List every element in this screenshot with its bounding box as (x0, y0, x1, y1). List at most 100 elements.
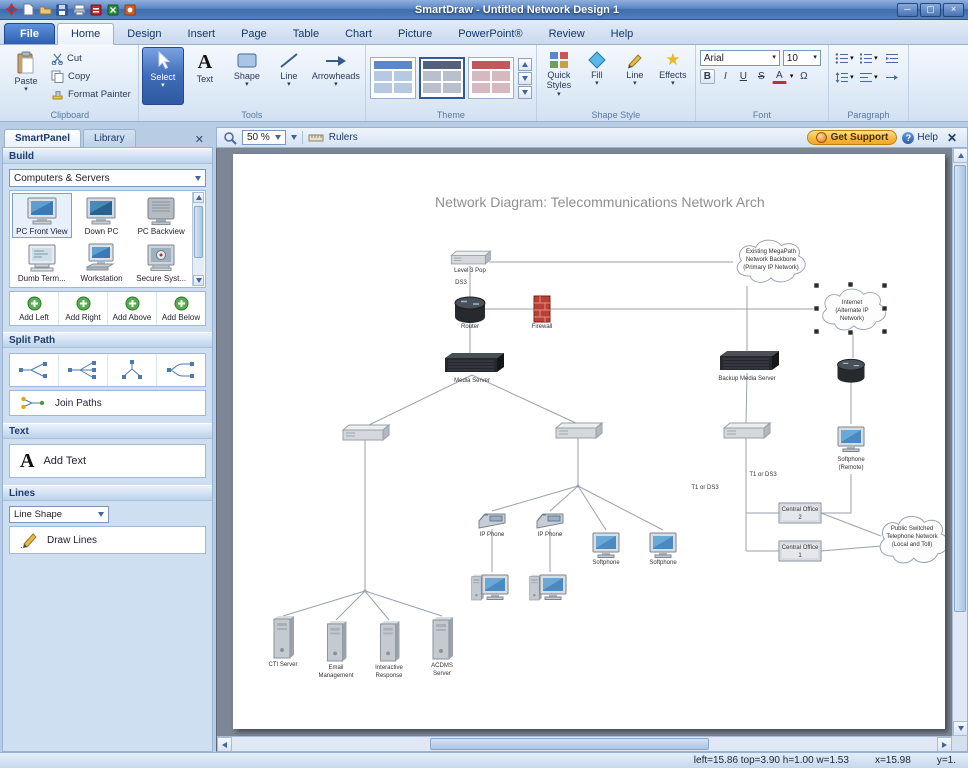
tab-review[interactable]: Review (536, 24, 598, 44)
tab-library[interactable]: Library (83, 129, 136, 147)
vertical-scrollbar[interactable] (952, 148, 967, 736)
close-button[interactable]: × (943, 3, 964, 17)
maximize-button[interactable]: ▢ (920, 3, 941, 17)
node-switch-3[interactable] (724, 423, 770, 438)
paste-button[interactable]: Paste ▾ (5, 47, 47, 105)
line-style-button[interactable]: Line ▾ (616, 47, 654, 105)
open-icon[interactable] (38, 3, 52, 17)
shape-item-down-pc[interactable]: Down PC (72, 193, 132, 238)
node-email-management[interactable] (327, 621, 346, 661)
tab-smartpanel[interactable]: SmartPanel (4, 129, 81, 147)
node-ip-phone-1[interactable] (479, 514, 505, 528)
theme-scroll-down-button[interactable] (518, 72, 532, 85)
underline-button[interactable]: U (736, 69, 751, 84)
node-softphone-2[interactable] (650, 533, 676, 558)
add-above-button[interactable]: Add Above (108, 292, 157, 325)
canvas-viewport[interactable]: Network Diagram: Telecommunications Netw… (216, 148, 968, 752)
shape-item-secure-system[interactable]: Secure Syst... (131, 240, 191, 285)
node-computer-1[interactable] (472, 575, 508, 600)
scroll-up-arrow[interactable] (953, 148, 968, 163)
scroll-left-arrow[interactable] (217, 737, 232, 752)
horizontal-scroll-thumb[interactable] (430, 738, 709, 750)
node-level3-pop[interactable] (451, 251, 490, 264)
add-below-button[interactable]: Add Below (157, 292, 205, 325)
minimize-button[interactable]: ─ (897, 3, 918, 17)
theme-scroll-up-button[interactable] (518, 58, 532, 71)
scroll-down-arrow[interactable] (193, 275, 204, 286)
node-backup-media-server[interactable] (720, 351, 779, 370)
select-tool-button[interactable]: Select ▾ (142, 47, 184, 105)
node-router-2[interactable] (838, 359, 865, 382)
numbered-list-button[interactable]: ▾ (858, 51, 879, 66)
zoom-menu-caret[interactable] (291, 135, 297, 140)
shape-category-select[interactable]: Computers & Servers (9, 169, 206, 187)
zoom-level-select[interactable]: 50 % (242, 130, 286, 145)
export-powerpoint-icon[interactable] (123, 3, 137, 17)
bullet-list-button[interactable]: ▾ (834, 51, 855, 66)
sidebar-close-button[interactable]: ✕ (191, 132, 208, 147)
line-spacing-button[interactable]: ▾ (834, 70, 855, 85)
export-excel-icon[interactable] (106, 3, 120, 17)
bold-button[interactable]: B (700, 69, 715, 84)
shape-grid-scrollbar[interactable] (192, 192, 204, 286)
help-button[interactable]: ? Help (902, 132, 938, 144)
split-down-button[interactable] (108, 354, 157, 386)
new-document-icon[interactable] (21, 3, 35, 17)
indent-button[interactable] (882, 51, 903, 66)
node-media-server[interactable] (445, 353, 504, 372)
shape-item-pc-front-view[interactable]: PC Front View (12, 193, 72, 238)
shape-item-pc-backview[interactable]: PC Backview (131, 193, 191, 238)
scroll-right-arrow[interactable] (937, 737, 952, 752)
split-curve-button[interactable] (157, 354, 205, 386)
font-size-select[interactable]: 10▾ (783, 50, 821, 66)
theme-thumbnail-2[interactable] (419, 57, 465, 99)
add-text-button[interactable]: A Add Text (9, 444, 206, 478)
join-paths-button[interactable]: Join Paths (9, 390, 206, 416)
strikethrough-button[interactable]: S (754, 69, 769, 84)
node-router[interactable] (455, 297, 485, 323)
tab-chart[interactable]: Chart (332, 24, 385, 44)
copy-button[interactable]: Copy (49, 69, 133, 84)
horizontal-scrollbar[interactable] (217, 736, 952, 751)
shape-item-workstation[interactable]: Workstation (72, 240, 132, 285)
draw-lines-button[interactable]: Draw Lines (9, 526, 206, 554)
node-acdms-server[interactable] (433, 617, 453, 659)
arrowheads-button[interactable]: Arrowheads ▾ (310, 47, 362, 105)
shape-item-dumb-terminal[interactable]: Dumb Term... (12, 240, 72, 285)
tab-home[interactable]: Home (57, 23, 114, 45)
get-support-button[interactable]: Get Support (807, 130, 898, 145)
theme-more-button[interactable] (518, 86, 532, 99)
line-shape-select[interactable]: Line Shape (9, 506, 109, 523)
tab-help[interactable]: Help (598, 24, 647, 44)
italic-button[interactable]: I (718, 69, 733, 84)
node-interactive-response[interactable] (380, 621, 399, 661)
node-firewall[interactable] (534, 296, 550, 322)
symbol-button[interactable]: Ω (796, 69, 811, 84)
save-icon[interactable] (55, 3, 69, 17)
font-color-button[interactable]: A (772, 69, 787, 84)
drawing-page[interactable]: Network Diagram: Telecommunications Netw… (233, 154, 945, 729)
tab-powerpoint[interactable]: PowerPoint® (445, 24, 535, 44)
tab-design[interactable]: Design (114, 24, 174, 44)
add-left-button[interactable]: Add Left (10, 292, 59, 325)
tab-page[interactable]: Page (228, 24, 280, 44)
shape-tool-button[interactable]: Shape ▾ (226, 47, 268, 105)
format-painter-button[interactable]: Format Painter (49, 87, 133, 102)
diagram-title[interactable]: Network Diagram: Telecommunications Netw… (435, 194, 765, 210)
align-button[interactable]: ▾ (858, 70, 879, 85)
scroll-thumb[interactable] (194, 206, 203, 258)
rulers-toggle[interactable]: Rulers (329, 132, 358, 143)
tab-file[interactable]: File (4, 23, 55, 44)
node-switch-2[interactable] (556, 423, 602, 438)
split-three-button[interactable] (59, 354, 108, 386)
scroll-up-arrow[interactable] (193, 192, 204, 203)
export-pdf-icon[interactable] (89, 3, 103, 17)
titlebar[interactable]: SmartDraw - Untitled Network Design 1 ─ … (0, 0, 968, 20)
add-right-button[interactable]: Add Right (59, 292, 108, 325)
split-two-button[interactable] (10, 354, 59, 386)
vertical-scroll-thumb[interactable] (954, 165, 966, 612)
cut-button[interactable]: Cut (49, 51, 133, 66)
print-icon[interactable] (72, 3, 86, 17)
close-document-button[interactable]: ✕ (943, 131, 961, 145)
node-ip-phone-2[interactable] (537, 514, 563, 528)
